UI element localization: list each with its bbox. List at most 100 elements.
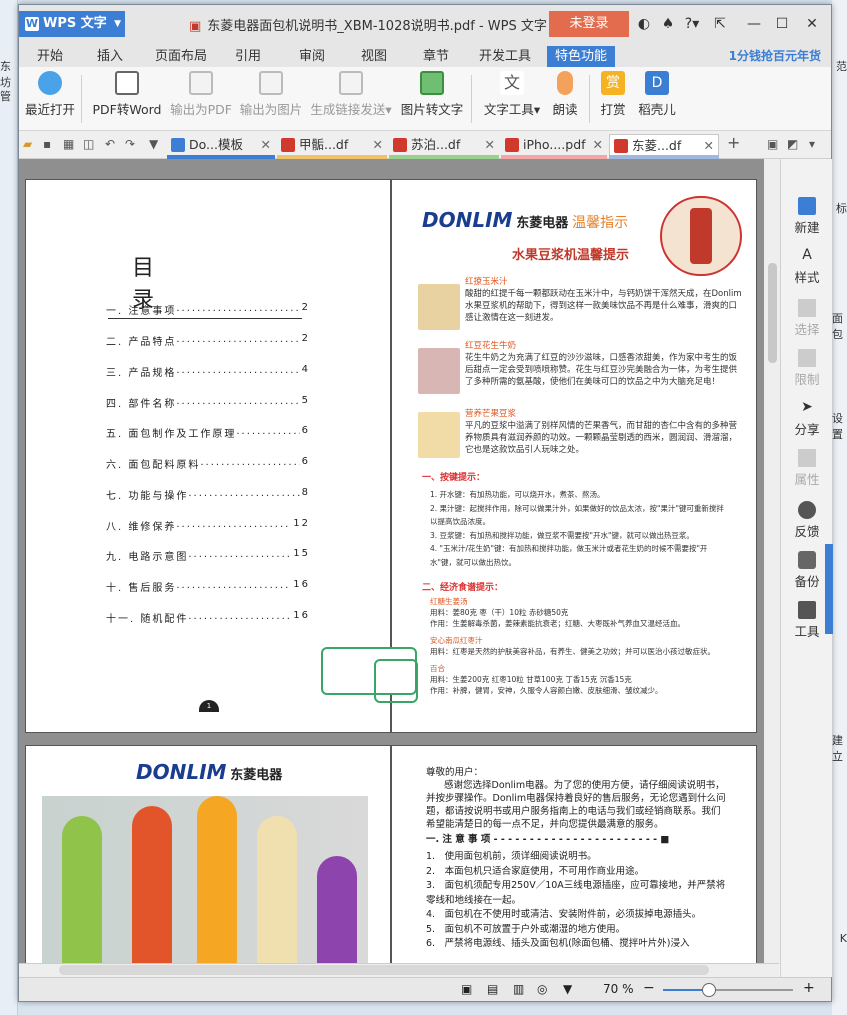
toc-row[interactable]: 八. 维修保养·································… [106,518,310,533]
recipe-title: 百合 [430,664,445,673]
sidebar-expand-tab[interactable] [825,544,833,634]
new-tab-button[interactable]: + [727,133,740,152]
zoom-level[interactable]: 70 % [603,982,634,996]
recipe-line: 作用：生姜解毒杀菌，姜辣素能抗衰老；红糖、大枣既补气养血又温经活血。 [430,619,685,628]
sidebar-item-feedback[interactable]: 反馈 [781,501,833,540]
menu-review[interactable]: 审阅 [299,46,325,67]
pin-icon[interactable]: ◩ [787,137,798,151]
menu-references[interactable]: 引用 [235,46,261,67]
print-icon[interactable]: ▦ [63,137,74,151]
bg-text-right-4: 设置 [832,412,843,441]
shirt-icon[interactable]: ♠ [655,11,681,37]
maximize-button[interactable]: ☐ [769,11,795,37]
toc-row[interactable]: 十. 售后服务·································… [106,579,310,594]
menu-start[interactable]: 开始 [37,46,63,67]
toc-row[interactable]: 二. 产品特点·································… [106,333,310,348]
open-folder-icon[interactable]: ▰ [23,137,32,151]
app-menu-button[interactable]: W WPS 文字 ▼ [19,11,125,37]
toc-row[interactable]: 九. 电路示意图································… [106,548,310,563]
sidebar-item-select[interactable]: 选择 [781,299,833,338]
recent-open-button[interactable]: 最近打开 [25,71,75,118]
toc-row[interactable]: 七. 功能与操作································… [106,487,310,502]
outline-view-icon[interactable]: ▼ [563,982,572,996]
page-view-icon[interactable]: ▤ [487,982,498,996]
sidebar-item-share[interactable]: ➤ 分享 [781,399,833,438]
redo-icon[interactable]: ↷ [125,137,135,151]
document-canvas[interactable]: 目 录 一. 注意事项·····························… [19,159,779,963]
pdf-to-word-button[interactable]: PDF转Word [91,71,163,118]
sidebar-label: 备份 [794,574,820,589]
text-tool-icon: 文 [500,71,524,95]
export-image-button[interactable]: 输出为图片 [239,71,303,118]
menu-insert[interactable]: 插入 [97,46,123,67]
floating-selection-handle[interactable] [374,659,418,703]
toc-row[interactable]: 一. 注意事项·································… [106,302,310,317]
menu-view[interactable]: 视图 [361,46,387,67]
ribbon-separator [589,75,590,123]
intro-paragraph: 感谢您选择Donlim电器。为了您的使用方便，请仔细阅读说明书，并按步骤操作。D… [426,780,726,830]
menu-developer[interactable]: 开发工具 [479,46,531,67]
close-button[interactable]: ✕ [799,11,825,37]
toc-num: 四. [106,399,124,410]
sidebar-item-restrict[interactable]: 限制 [781,349,833,388]
toc-row[interactable]: 五. 面包制作及工作原理····························… [106,425,310,440]
close-tab-icon[interactable]: ✕ [373,134,383,156]
sidebar-label: 工具 [794,624,820,639]
share-link-button[interactable]: 生成链接发送▾ [309,71,393,118]
toc-num: 七. [106,491,124,502]
docer-button[interactable]: D 稻壳儿 [637,71,677,118]
toc-row[interactable]: 三. 产品规格·································… [106,364,310,379]
zoom-out-button[interactable]: − [643,980,655,996]
read-mode-icon[interactable]: ▥ [513,982,524,996]
export-pdf-button[interactable]: 输出为PDF [169,71,233,118]
sidebar-item-new[interactable]: 新建 [781,197,833,236]
tip-item: 红撩玉米汁 酸甜的红提千每一颗都跃动在玉米汁中，与钙奶饼干浑然天成，在Donli… [465,276,745,324]
menu-page-layout[interactable]: 页面布局 [155,46,207,67]
fit-page-icon[interactable]: ▣ [461,982,472,996]
sidebar-item-style[interactable]: A 样式 [781,247,833,286]
reward-button[interactable]: 赏 打赏 [597,71,629,118]
close-tab-icon[interactable]: ✕ [704,135,714,157]
minimize-button[interactable]: — [741,11,767,37]
toc-row[interactable]: 六. 面包配料原料·······························… [106,456,310,471]
recipe-line: 用料：姜80克 枣（干）10粒 赤砂糖50克 [430,608,569,617]
toc-row[interactable]: 四. 部件名称·································… [106,395,310,410]
print-preview-icon[interactable]: ◫ [83,137,94,151]
tab-list-icon[interactable]: ▣ [767,137,778,151]
zoom-slider-knob[interactable] [701,983,716,997]
cloud-icon [38,71,62,95]
close-tab-icon[interactable]: ✕ [593,134,603,156]
web-view-icon[interactable]: ◎ [537,982,547,996]
window-title-text: 东菱电器面包机说明书_XBM-1028说明书.pdf - WPS 文字 [207,19,547,34]
collapse-ribbon-icon[interactable]: ⇱ [707,11,733,37]
toc-entry-title: 售后服务 [128,583,177,594]
vertical-scroll-thumb[interactable] [768,263,777,363]
zoom-in-button[interactable]: + [803,980,815,996]
promo-link[interactable]: 1分钱抢百元年货 [729,46,821,67]
brand-name-cn: 东菱电器 [230,768,283,783]
text-tool-button[interactable]: 文 文字工具▾ [481,71,543,118]
tab-dropdown-icon[interactable]: ▾ [809,137,815,151]
toc-num: 九. [106,552,124,563]
skin-icon[interactable]: ◐ [631,11,657,37]
image-to-text-button[interactable]: 图片转文字 [399,71,465,118]
read-aloud-button[interactable]: 朗读 [549,71,581,118]
login-button[interactable]: 未登录 [549,11,629,37]
notice-item: 1. 使用面包机前，须详细阅读说明书。 [426,851,597,862]
help-button[interactable]: ?▾ [679,11,705,37]
quick-access-dropdown-icon[interactable]: ▼ [149,137,158,151]
horizontal-scroll-thumb[interactable] [59,965,709,975]
close-tab-icon[interactable]: ✕ [261,134,271,156]
close-tab-icon[interactable]: ✕ [485,134,495,156]
menu-special-features[interactable]: 特色功能 [547,46,616,67]
restrict-icon [798,349,816,367]
red-bean-milk-image [418,348,460,394]
zoom-slider-track[interactable] [663,983,793,997]
toc-entry-title: 产品特点 [128,337,177,348]
toc-row[interactable]: 十一. 随机配件································… [106,610,310,625]
sidebar-item-properties[interactable]: 属性 [781,449,833,488]
toc-page: 16 [291,610,310,621]
undo-icon[interactable]: ↶ [105,137,115,151]
menu-chapter[interactable]: 章节 [423,46,449,67]
save-icon[interactable]: ▪ [43,137,51,151]
